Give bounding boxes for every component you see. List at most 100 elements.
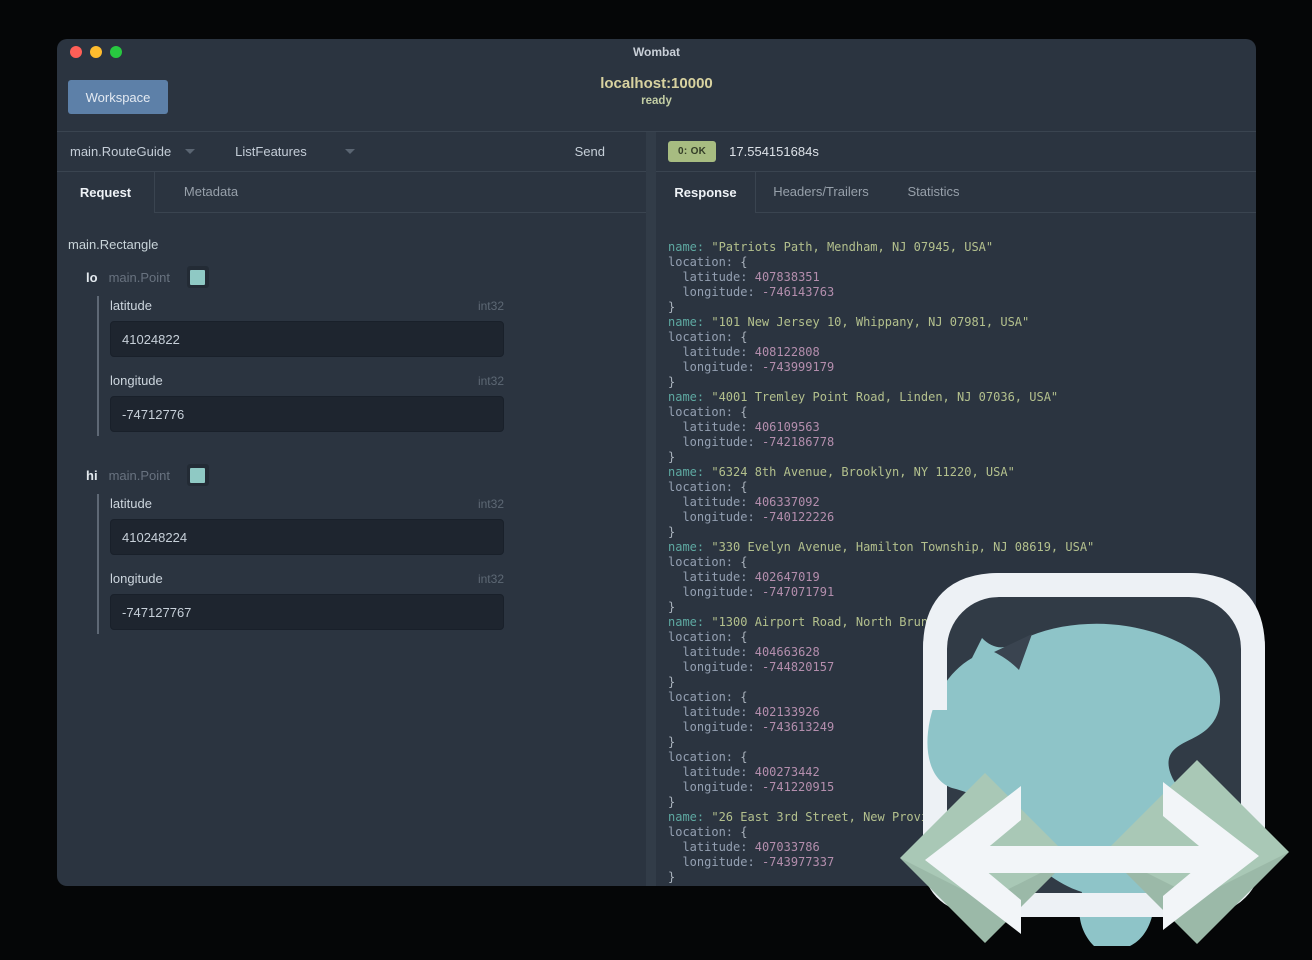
panel-divider <box>646 132 656 171</box>
field-type-label: int32 <box>477 497 504 511</box>
response-line: location: { <box>668 825 748 839</box>
response-line: } <box>668 675 676 689</box>
send-button[interactable]: Send <box>569 143 611 160</box>
response-line: longitude: -744820157 <box>668 660 835 674</box>
response-line: longitude: -743613249 <box>668 720 835 734</box>
response-line: longitude: -742186778 <box>668 435 835 449</box>
response-line: longitude: -741220915 <box>668 780 835 794</box>
response-panel: Response Headers/Trailers Statistics nam… <box>656 171 1256 886</box>
tabbar-filler <box>981 171 1256 213</box>
group-fields: latitude int32 longitude int32 <box>97 494 635 634</box>
field-label: longitude <box>110 373 163 388</box>
response-line: } <box>668 600 676 614</box>
method-select-value: ListFeatures <box>235 144 307 159</box>
chevron-down-icon <box>344 149 355 154</box>
field-type-label: int32 <box>477 572 504 586</box>
response-line: location: { <box>668 405 748 419</box>
response-line: } <box>668 870 676 884</box>
field-label: longitude <box>110 571 163 586</box>
service-select-value: main.RouteGuide <box>70 144 172 159</box>
field-type-label: int32 <box>477 299 504 313</box>
response-tabbar: Response Headers/Trailers Statistics <box>656 171 1256 213</box>
tab-request[interactable]: Request <box>57 171 155 213</box>
tab-statistics[interactable]: Statistics <box>886 171 981 213</box>
response-line: latitude: 406109563 <box>668 420 820 434</box>
grpc-status-badge: 0: OK <box>668 141 717 162</box>
server-block: localhost:10000 ready <box>57 75 1256 108</box>
method-select[interactable]: ListFeatures <box>235 144 355 159</box>
tab-metadata[interactable]: Metadata <box>155 171 267 213</box>
response-line: name: "101 New Jersey 10, Whippany, NJ 0… <box>668 315 1030 329</box>
response-line: name: "1300 Airport Road, North Brunswic… <box>668 615 1145 629</box>
tabbar-filler <box>267 171 646 213</box>
group-enabled-checkbox[interactable] <box>186 464 209 486</box>
response-line: latitude: 407838351 <box>668 270 820 284</box>
response-line: name: "6324 8th Avenue, Brooklyn, NY 112… <box>668 465 1015 479</box>
request-tabbar: Request Metadata <box>57 171 646 213</box>
response-line: } <box>668 795 676 809</box>
response-line: location: { <box>668 750 748 764</box>
toolbar: main.RouteGuide ListFeatures Send 0: OK … <box>57 131 1256 172</box>
group-header: hi main.Point <box>86 464 635 486</box>
response-line: latitude: 407033786 <box>668 840 820 854</box>
response-line: longitude: -740122226 <box>668 510 835 524</box>
field-label: latitude <box>110 298 152 313</box>
field-latitude: latitude int32 <box>110 298 635 357</box>
screenshot-stage: Wombat Workspace localhost:10000 ready m… <box>0 0 1312 960</box>
response-line: latitude: 408122808 <box>668 345 820 359</box>
group-name-label: hi <box>86 467 98 483</box>
group-header: lo main.Point <box>86 266 635 288</box>
toolbar-request-side: main.RouteGuide ListFeatures Send <box>57 132 646 171</box>
group-name-label: lo <box>86 269 98 285</box>
tab-headers-trailers[interactable]: Headers/Trailers <box>756 171 886 213</box>
wombat-app-window: Wombat Workspace localhost:10000 ready m… <box>57 39 1256 886</box>
field-latitude: latitude int32 <box>110 496 635 555</box>
latitude-input[interactable] <box>110 321 504 357</box>
field-group-hi: hi main.Point latitude int32 410248224 l… <box>68 464 635 634</box>
main-split: Request Metadata main.Rectangle lo main.… <box>57 171 1256 886</box>
response-line: latitude: 406337092 <box>668 495 820 509</box>
response-line: name: "330 Evelyn Avenue, Hamilton Towns… <box>668 540 1095 554</box>
response-line: latitude: 404663628 <box>668 645 820 659</box>
longitude-input[interactable] <box>110 594 504 630</box>
response-line: name: "26 East 3rd Street, New Providenc… <box>668 810 1080 824</box>
response-line: name: "Patriots Path, Mendham, NJ 07945,… <box>668 240 994 254</box>
group-fields: latitude int32 longitude int32 <box>97 296 635 436</box>
longitude-input[interactable] <box>110 396 504 432</box>
response-line: latitude: 402133926 <box>668 705 820 719</box>
group-type-label: main.Point <box>108 269 170 285</box>
request-panel: Request Metadata main.Rectangle lo main.… <box>57 171 646 886</box>
response-line: longitude: -747071791 <box>668 585 835 599</box>
response-line: latitude: 402647019 <box>668 570 820 584</box>
response-line: } <box>668 735 676 749</box>
response-line: location: { <box>668 255 748 269</box>
field-type-label: int32 <box>477 374 504 388</box>
window-title: Wombat <box>632 45 681 59</box>
response-line: } <box>668 450 676 464</box>
checkbox-checked-icon <box>190 467 206 483</box>
service-select[interactable]: main.RouteGuide <box>70 144 196 159</box>
response-line: } <box>668 300 676 314</box>
response-line: } <box>668 525 676 539</box>
field-group-lo: lo main.Point latitude int32 41024822 lo… <box>68 266 635 436</box>
latitude-input[interactable] <box>110 519 504 555</box>
request-form: main.Rectangle lo main.Point latitude in… <box>57 213 646 634</box>
chevron-down-icon <box>185 149 196 154</box>
response-line: name: "4001 Tremley Point Road, Linden, … <box>668 390 1059 404</box>
response-line: latitude: 400273442 <box>668 765 820 779</box>
response-line: longitude: -743977337 <box>668 855 835 869</box>
server-address: localhost:10000 <box>600 75 713 92</box>
response-line: location: { <box>668 480 748 494</box>
response-line: location: { <box>668 630 748 644</box>
field-longitude: longitude int32 <box>110 373 635 432</box>
response-line: location: { <box>668 330 748 344</box>
panel-divider <box>646 171 656 886</box>
tab-response[interactable]: Response <box>656 171 756 213</box>
response-output[interactable]: name: "Patriots Path, Mendham, NJ 07945,… <box>656 213 1256 885</box>
title-bar: Wombat <box>57 39 1256 66</box>
checkbox-checked-icon <box>190 269 206 285</box>
message-type-label: main.Rectangle <box>68 237 159 252</box>
group-enabled-checkbox[interactable] <box>186 266 209 288</box>
header: Workspace localhost:10000 ready <box>57 66 1256 130</box>
response-line: longitude: -746143763 <box>668 285 835 299</box>
